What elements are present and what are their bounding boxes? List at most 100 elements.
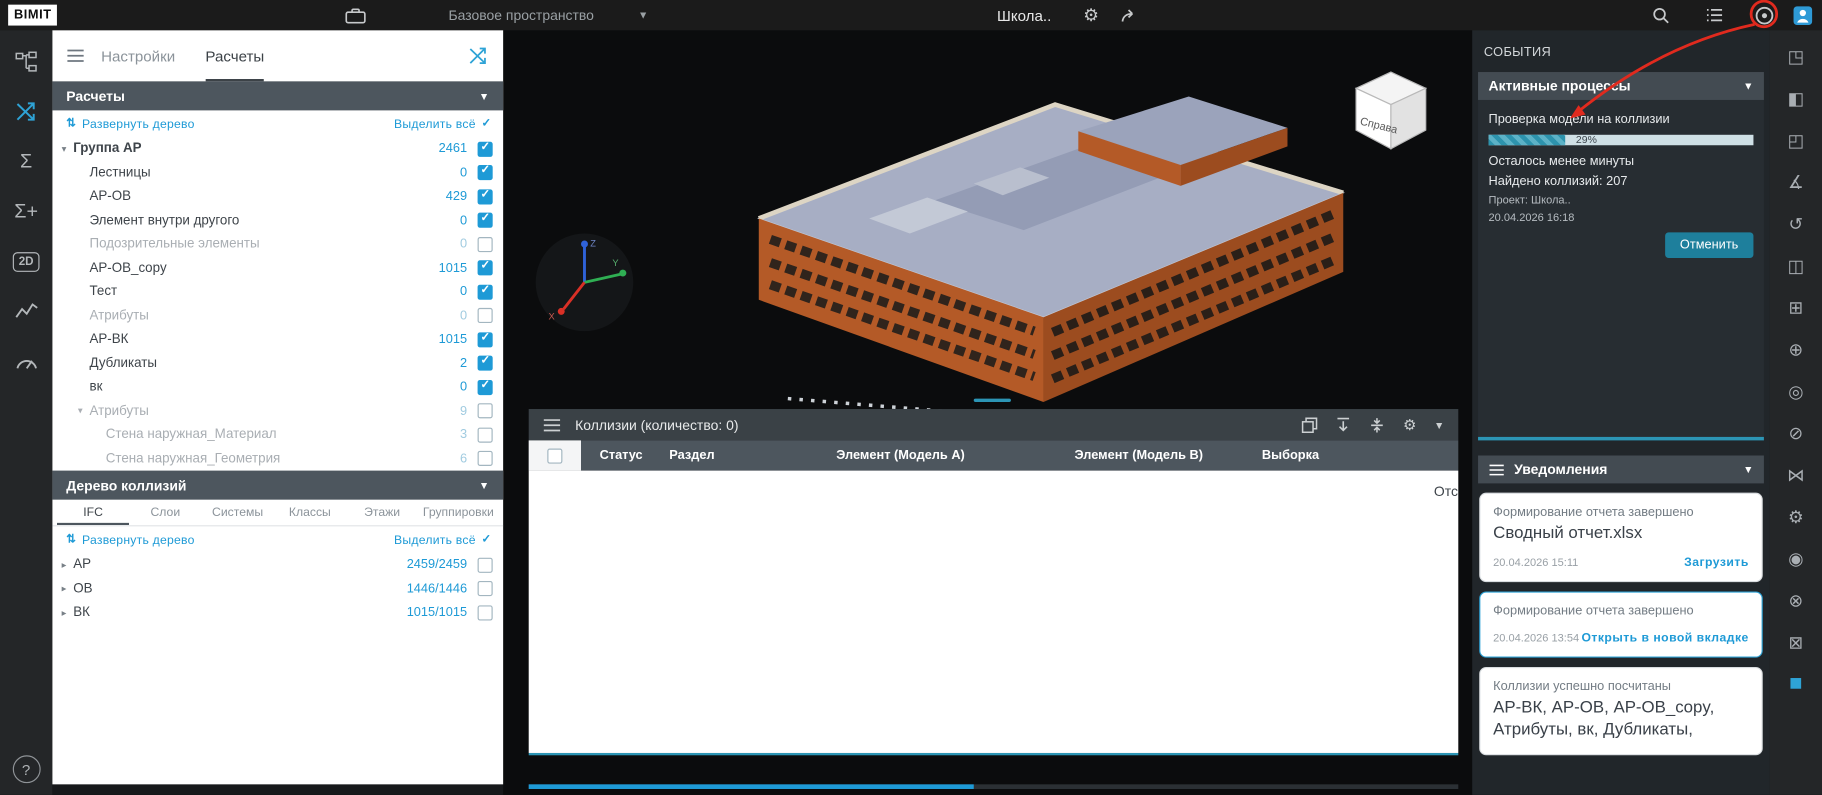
share-icon[interactable] xyxy=(1113,0,1143,30)
charts-icon[interactable] xyxy=(6,292,46,332)
tree-item-checkbox[interactable] xyxy=(478,605,493,620)
hide-icon[interactable]: ⊗ xyxy=(1778,583,1813,617)
collision-tree-section-header[interactable]: Дерево коллизий ▼ xyxy=(52,471,503,500)
tree-item-checkbox[interactable] xyxy=(478,308,493,323)
tree-row[interactable]: АР-ВК1015 xyxy=(52,328,503,352)
section-view-icon[interactable]: ◧ xyxy=(1778,81,1813,115)
tree-row[interactable]: Тест0 xyxy=(52,280,503,304)
tree-item-checkbox[interactable] xyxy=(478,581,493,596)
isolate-icon[interactable]: ⊠ xyxy=(1778,625,1813,659)
caret-icon[interactable]: ▾ xyxy=(57,144,71,154)
tab-floors[interactable]: Этажи xyxy=(346,500,418,526)
tree-item-checkbox[interactable] xyxy=(478,451,493,466)
notifications-menu-icon[interactable] xyxy=(1489,463,1505,476)
horizontal-scrollbar[interactable] xyxy=(529,784,1459,789)
notification-card[interactable]: Коллизии успешно посчитаныАР-ВК, АР-ОВ, … xyxy=(1479,667,1763,755)
split-view-icon[interactable]: ◫ xyxy=(1778,249,1813,283)
tree-row[interactable]: Лестницы0 xyxy=(52,161,503,185)
show-all-icon[interactable]: ◉ xyxy=(1778,541,1813,575)
tree-row[interactable]: АР-ОВ429 xyxy=(52,185,503,209)
export-report-icon[interactable] xyxy=(1336,417,1352,433)
measure-icon[interactable]: ∡ xyxy=(1778,165,1813,199)
duplicate-icon[interactable] xyxy=(1302,417,1318,433)
tree-item-checkbox[interactable] xyxy=(478,332,493,347)
select-all-checkbox[interactable] xyxy=(547,448,562,463)
clip-plane-icon[interactable]: ⊘ xyxy=(1778,416,1813,450)
user-avatar[interactable] xyxy=(1787,0,1817,30)
task-list-icon[interactable] xyxy=(1699,0,1729,30)
section-cut-icon[interactable]: ⋈ xyxy=(1778,458,1813,492)
fit-rows-icon[interactable] xyxy=(1369,417,1385,433)
panel-menu-icon[interactable] xyxy=(66,49,85,63)
workspace-selector[interactable]: Базовое пространство ▼ xyxy=(449,0,649,30)
tab-settings[interactable]: Настройки xyxy=(101,30,175,81)
tab-classes[interactable]: Классы xyxy=(274,500,346,526)
home-view-icon[interactable]: ◳ xyxy=(1778,40,1813,74)
tree-item-checkbox[interactable] xyxy=(478,189,493,204)
tree-item-checkbox[interactable] xyxy=(478,141,493,156)
tab-groupings[interactable]: Группировки xyxy=(418,500,498,526)
projects-icon[interactable] xyxy=(340,0,370,30)
tab-systems[interactable]: Системы xyxy=(201,500,273,526)
sum-add-icon[interactable]: Σ+ xyxy=(6,192,46,232)
dashboard-gauge-icon[interactable] xyxy=(6,342,46,382)
grid-view-icon[interactable]: ⊞ xyxy=(1778,290,1813,324)
scrollbar-thumb[interactable] xyxy=(529,784,974,789)
tree-row[interactable]: ▾Группа АР2461 xyxy=(52,137,503,161)
tree-row[interactable]: Подозрительные элементы0 xyxy=(52,232,503,256)
caret-icon[interactable]: ▸ xyxy=(57,607,71,617)
caret-icon[interactable]: ▸ xyxy=(57,584,71,594)
notification-card[interactable]: Формирование отчета завершеноСводный отч… xyxy=(1479,493,1763,582)
tree-row[interactable]: Стена наружная_Геометрия6 xyxy=(52,447,503,471)
tree-row[interactable]: Элемент внутри другого0 xyxy=(52,209,503,233)
view-settings-icon[interactable]: ⚙ xyxy=(1778,500,1813,534)
tree-row[interactable]: Дубликаты2 xyxy=(52,352,503,376)
active-processes-icon[interactable] xyxy=(1749,0,1779,30)
search-icon[interactable] xyxy=(1645,0,1675,30)
collisions-menu-icon[interactable] xyxy=(543,418,562,432)
sum-icon[interactable]: Σ xyxy=(6,142,46,182)
rotate-view-icon[interactable]: ↺ xyxy=(1778,207,1813,241)
3d-viewport[interactable]: Справа Z Y X Коллизии (количество: 0) xyxy=(503,30,1472,795)
tree-item-checkbox[interactable] xyxy=(478,261,493,276)
select-all-link[interactable]: Выделить всё✓ xyxy=(394,117,491,131)
model-tree-icon[interactable] xyxy=(6,42,46,82)
tree-item-checkbox[interactable] xyxy=(478,557,493,572)
active-processes-header[interactable]: Активные процессы ▼ xyxy=(1478,72,1764,100)
tree-item-checkbox[interactable] xyxy=(478,356,493,371)
tree-item-checkbox[interactable] xyxy=(478,213,493,228)
navigation-cube[interactable]: Справа xyxy=(1342,60,1435,159)
tab-calculations[interactable]: Расчеты xyxy=(205,30,264,81)
tree-item-checkbox[interactable] xyxy=(478,404,493,419)
collision-check-icon[interactable] xyxy=(6,92,46,132)
tree-item-checkbox[interactable] xyxy=(478,380,493,395)
tree-row[interactable]: АР-ОВ_copy1015 xyxy=(52,256,503,280)
collapse-panel-icon[interactable]: ▼ xyxy=(1434,419,1444,431)
focus-icon[interactable]: ⊕ xyxy=(1778,332,1813,366)
notifications-header[interactable]: Уведомления ▼ xyxy=(1478,456,1764,484)
tree-row[interactable]: ▸ВК1015/1015 xyxy=(52,601,503,625)
expand-tree-link[interactable]: ⇅Развернуть дерево xyxy=(66,117,194,131)
tree-item-checkbox[interactable] xyxy=(478,427,493,442)
cancel-button[interactable]: Отменить xyxy=(1665,232,1754,258)
tab-layers[interactable]: Слои xyxy=(129,500,201,526)
tree-item-checkbox[interactable] xyxy=(478,237,493,252)
select-all-link[interactable]: Выделить всё✓ xyxy=(394,533,491,547)
caret-icon[interactable]: ▾ xyxy=(73,406,87,416)
tree-item-checkbox[interactable] xyxy=(478,165,493,180)
notification-card[interactable]: Формирование отчета завершено20.04.2026 … xyxy=(1479,591,1763,657)
tree-row[interactable]: ▸ОВ1446/1446 xyxy=(52,577,503,601)
axis-gizmo[interactable]: Z Y X xyxy=(532,230,637,335)
table-settings-icon[interactable]: ⚙ xyxy=(1403,415,1417,434)
orbit-icon[interactable]: ◎ xyxy=(1778,374,1813,408)
collision-mode-icon[interactable] xyxy=(467,45,489,66)
notification-action-link[interactable]: Загрузить xyxy=(1684,555,1749,569)
tree-row[interactable]: ▾Атрибуты9 xyxy=(52,399,503,423)
calculations-section-header[interactable]: Расчеты ▼ xyxy=(52,81,503,110)
tree-item-checkbox[interactable] xyxy=(478,284,493,299)
tree-row[interactable]: Атрибуты0 xyxy=(52,304,503,328)
building-model[interactable] xyxy=(695,44,1392,427)
panel-resize-handle[interactable] xyxy=(974,399,1011,402)
model-cube-icon[interactable]: ■ xyxy=(1778,667,1813,701)
help-icon[interactable]: ? xyxy=(12,755,40,783)
